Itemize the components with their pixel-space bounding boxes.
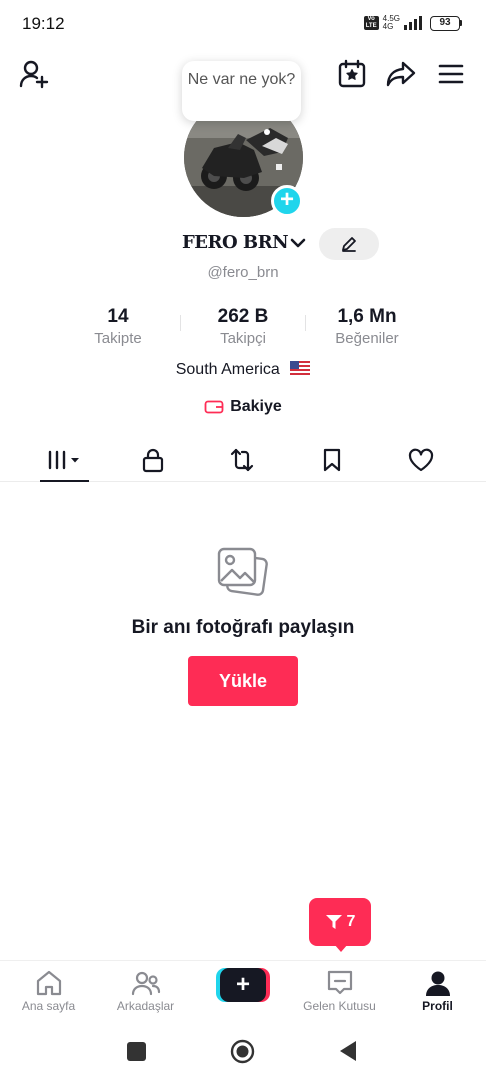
tab-reposts[interactable] xyxy=(217,438,266,482)
create-plus-icon: + xyxy=(220,968,266,1002)
stat-likes[interactable]: 1,6 Mn Beğeniler xyxy=(302,305,432,349)
home-circle-icon[interactable] xyxy=(230,1039,255,1069)
battery-icon: 93 xyxy=(430,15,462,31)
nav-home[interactable]: Ana sayfa xyxy=(0,961,97,1023)
inbox-notification-badge[interactable]: 7 xyxy=(309,898,371,946)
note-bubble[interactable]: Ne var ne yok? xyxy=(182,61,301,121)
status-bar: 19:12 Vo LTE 4.5G 4G 93 xyxy=(0,0,486,48)
us-flag-icon xyxy=(290,361,311,375)
username: @fero_brn xyxy=(207,264,279,281)
battery-level: 93 xyxy=(430,15,460,31)
hamburger-menu-icon[interactable] xyxy=(437,62,465,86)
note-bubble-dot xyxy=(264,129,270,135)
recents-square-icon[interactable] xyxy=(127,1042,146,1066)
wallet-icon xyxy=(204,400,224,414)
stat-following[interactable]: 14 Takipte xyxy=(53,305,183,349)
nav-label: Arkadaşlar xyxy=(116,999,175,1013)
nav-label: Profil xyxy=(422,999,453,1013)
stat-followers[interactable]: 262 B Takipçi xyxy=(178,305,308,349)
stat-label: Takipçi xyxy=(220,330,266,347)
repost-icon xyxy=(230,448,253,472)
display-name[interactable]: FERO BRN xyxy=(182,232,289,253)
system-nav-bar xyxy=(0,1022,486,1080)
tab-saved[interactable] xyxy=(307,438,356,482)
pencil-icon xyxy=(342,237,356,252)
friends-icon xyxy=(131,971,160,996)
inbox-badge-count: 7 xyxy=(346,913,356,930)
edit-profile-button[interactable] xyxy=(319,228,379,260)
status-icons: Vo LTE 4.5G 4G 93 xyxy=(363,15,462,31)
heart-icon xyxy=(408,448,433,472)
status-time: 19:12 xyxy=(22,14,65,33)
volte-icon: Vo LTE xyxy=(363,16,379,30)
nav-inbox[interactable]: Gelen Kutusu xyxy=(291,961,388,1023)
profile-stats: 14 Takipte 262 B Takipçi 1,6 Mn Beğenile… xyxy=(0,305,486,353)
profile-tabs xyxy=(0,438,486,482)
bio: South America xyxy=(0,361,486,379)
person-plus-icon[interactable] xyxy=(18,58,50,90)
signal-icon xyxy=(404,16,422,30)
nav-profile[interactable]: Profil xyxy=(389,961,486,1023)
calendar-star-icon[interactable] xyxy=(337,59,367,89)
home-icon xyxy=(36,970,61,996)
photo-stack-icon xyxy=(215,543,271,604)
lock-icon xyxy=(142,448,163,473)
upload-button[interactable]: Yükle xyxy=(188,656,298,706)
stat-value: 14 xyxy=(107,306,129,327)
tab-videos[interactable] xyxy=(40,438,89,482)
network-type: 4.5G 4G xyxy=(383,15,400,31)
balance-label: Bakiye xyxy=(230,398,282,415)
add-story-button[interactable]: + xyxy=(271,185,303,217)
bio-text: South America xyxy=(175,361,280,378)
create-plus-button[interactable]: + xyxy=(216,968,270,1002)
nav-friends[interactable]: Arkadaşlar xyxy=(97,961,194,1023)
stat-label: Beğeniler xyxy=(335,330,399,347)
empty-state-title: Bir anı fotoğrafı paylaşın xyxy=(131,617,355,638)
filter-funnel-icon xyxy=(325,915,342,929)
nav-label: Ana sayfa xyxy=(21,999,76,1013)
bookmark-icon xyxy=(323,448,340,472)
stat-label: Takipte xyxy=(94,330,142,347)
chevron-down-icon[interactable] xyxy=(290,236,306,254)
tab-liked[interactable] xyxy=(396,438,445,482)
active-tab-indicator xyxy=(40,480,89,482)
network-type-bottom: 4G xyxy=(382,22,394,31)
profile-icon xyxy=(425,971,450,996)
tab-private[interactable] xyxy=(128,438,177,482)
nav-label: Gelen Kutusu xyxy=(303,999,376,1013)
stat-value: 262 B xyxy=(217,306,269,327)
share-arrow-icon[interactable] xyxy=(385,59,417,89)
name-row: FERO BRN xyxy=(0,228,486,260)
grid-filter-icon xyxy=(48,450,79,470)
stat-value: 1,6 Mn xyxy=(337,306,397,327)
back-triangle-icon[interactable] xyxy=(338,1040,358,1067)
inbox-icon xyxy=(327,970,352,995)
inbox-badge-tail xyxy=(334,944,348,952)
balance-link[interactable]: Bakiye xyxy=(0,398,486,416)
